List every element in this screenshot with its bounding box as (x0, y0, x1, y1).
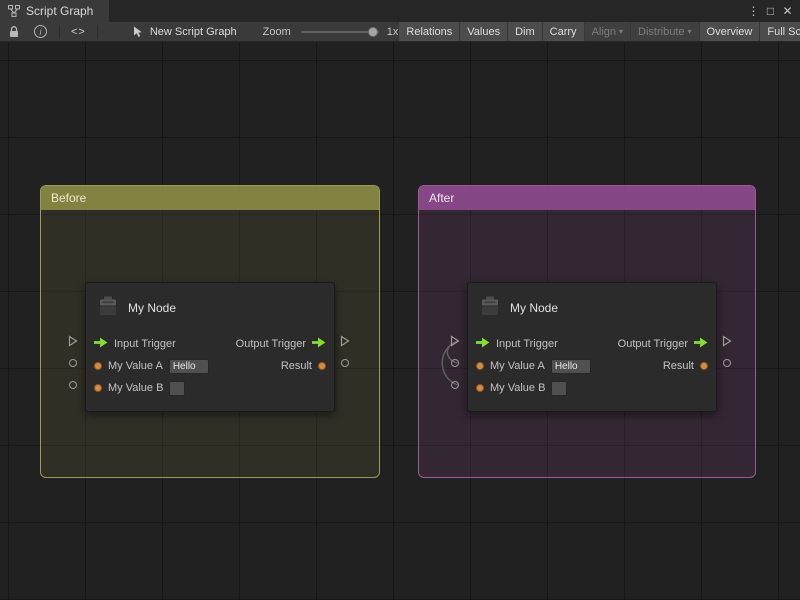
node-row-flow: Input Trigger Output Trigger (86, 333, 334, 355)
chevron-down-icon: ▾ (688, 27, 692, 36)
value-b-port[interactable] (476, 384, 484, 392)
value-b-port[interactable] (94, 384, 102, 392)
tab-script-graph[interactable]: Script Graph (0, 0, 109, 22)
outer-result-port[interactable] (723, 359, 731, 367)
distribute-button[interactable]: Distribute ▾ (630, 22, 698, 42)
value-a-input[interactable] (169, 359, 209, 374)
group-before-title: Before (51, 191, 86, 205)
close-icon[interactable]: ✕ (779, 0, 796, 22)
maximize-icon[interactable]: □ (762, 0, 779, 22)
group-after-title: After (429, 191, 454, 205)
value-a-port[interactable] (94, 362, 102, 370)
node-header[interactable]: My Node (86, 283, 334, 333)
zoom-value: 1x (387, 26, 399, 38)
node-row-value-a: My Value A Result (468, 355, 716, 377)
script-graph-icon (8, 5, 20, 17)
node-row-value-b: My Value B (468, 377, 716, 399)
window-menu-icon[interactable]: ⋮ (745, 0, 762, 22)
align-button[interactable]: Align ▾ (584, 22, 630, 42)
node-icon (97, 295, 119, 322)
node-my-node-after[interactable]: My Node Input Trigger Output Trigger My … (467, 282, 717, 412)
output-trigger-port[interactable] (312, 335, 326, 353)
dim-button[interactable]: Dim (507, 22, 542, 42)
group-before-header[interactable]: Before (41, 186, 379, 210)
node-title: My Node (128, 301, 176, 315)
outer-flow-in-port[interactable] (450, 335, 460, 347)
tab-title: Script Graph (26, 4, 93, 18)
output-trigger-label: Output Trigger (236, 338, 306, 350)
overview-button[interactable]: Overview (699, 22, 760, 42)
result-port[interactable] (318, 362, 326, 370)
outer-result-port[interactable] (341, 359, 349, 367)
result-port[interactable] (700, 362, 708, 370)
code-view-icon[interactable]: <> (71, 26, 86, 38)
toolbar-button-group: Relations Values Dim Carry Align ▾ Distr… (398, 22, 800, 42)
node-title: My Node (510, 301, 558, 315)
zoom-label: Zoom (263, 26, 291, 38)
node-my-node-before[interactable]: My Node Input Trigger Output Trigger My … (85, 282, 335, 412)
node-icon (479, 295, 501, 322)
zoom-slider-knob[interactable] (368, 27, 378, 37)
info-icon[interactable]: i (34, 25, 47, 38)
value-b-label: My Value B (490, 382, 545, 394)
graph-canvas[interactable]: Before After My Node (0, 42, 800, 600)
node-row-value-b: My Value B (86, 377, 334, 399)
output-trigger-label: Output Trigger (618, 338, 688, 350)
value-a-input[interactable] (551, 359, 591, 374)
outer-value-b-port[interactable] (451, 381, 459, 389)
chevron-down-icon: ▾ (619, 27, 623, 36)
value-a-label: My Value A (490, 360, 545, 372)
input-trigger-label: Input Trigger (114, 338, 176, 350)
input-trigger-label: Input Trigger (496, 338, 558, 350)
value-b-label: My Value B (108, 382, 163, 394)
outer-flow-in-port[interactable] (68, 335, 78, 347)
graph-name-label[interactable]: New Script Graph (150, 26, 237, 38)
value-b-input[interactable] (551, 381, 567, 396)
relations-button[interactable]: Relations (398, 22, 459, 42)
zoom-slider[interactable] (301, 31, 379, 33)
result-label: Result (281, 360, 312, 372)
outer-value-b-port[interactable] (69, 381, 77, 389)
outer-value-a-port[interactable] (69, 359, 77, 367)
value-a-port[interactable] (476, 362, 484, 370)
fullscreen-button[interactable]: Full Screen (759, 22, 800, 42)
outer-value-a-port[interactable] (451, 359, 459, 367)
value-a-label: My Value A (108, 360, 163, 372)
node-row-flow: Input Trigger Output Trigger (468, 333, 716, 355)
graph-pointer-icon (132, 26, 144, 38)
node-row-value-a: My Value A Result (86, 355, 334, 377)
group-after-header[interactable]: After (419, 186, 755, 210)
carry-button[interactable]: Carry (542, 22, 584, 42)
value-b-input[interactable] (169, 381, 185, 396)
result-label: Result (663, 360, 694, 372)
lock-icon[interactable] (8, 25, 20, 38)
outer-flow-out-port[interactable] (722, 335, 732, 347)
graph-toolbar: i <> New Script Graph Zoom Zoom 1x Relat… (0, 22, 800, 42)
outer-flow-out-port[interactable] (340, 335, 350, 347)
values-button[interactable]: Values (459, 22, 507, 42)
input-trigger-port[interactable] (94, 335, 108, 353)
input-trigger-port[interactable] (476, 335, 490, 353)
node-header[interactable]: My Node (468, 283, 716, 333)
tab-bar: Script Graph ⋮ □ ✕ (0, 0, 800, 22)
output-trigger-port[interactable] (694, 335, 708, 353)
